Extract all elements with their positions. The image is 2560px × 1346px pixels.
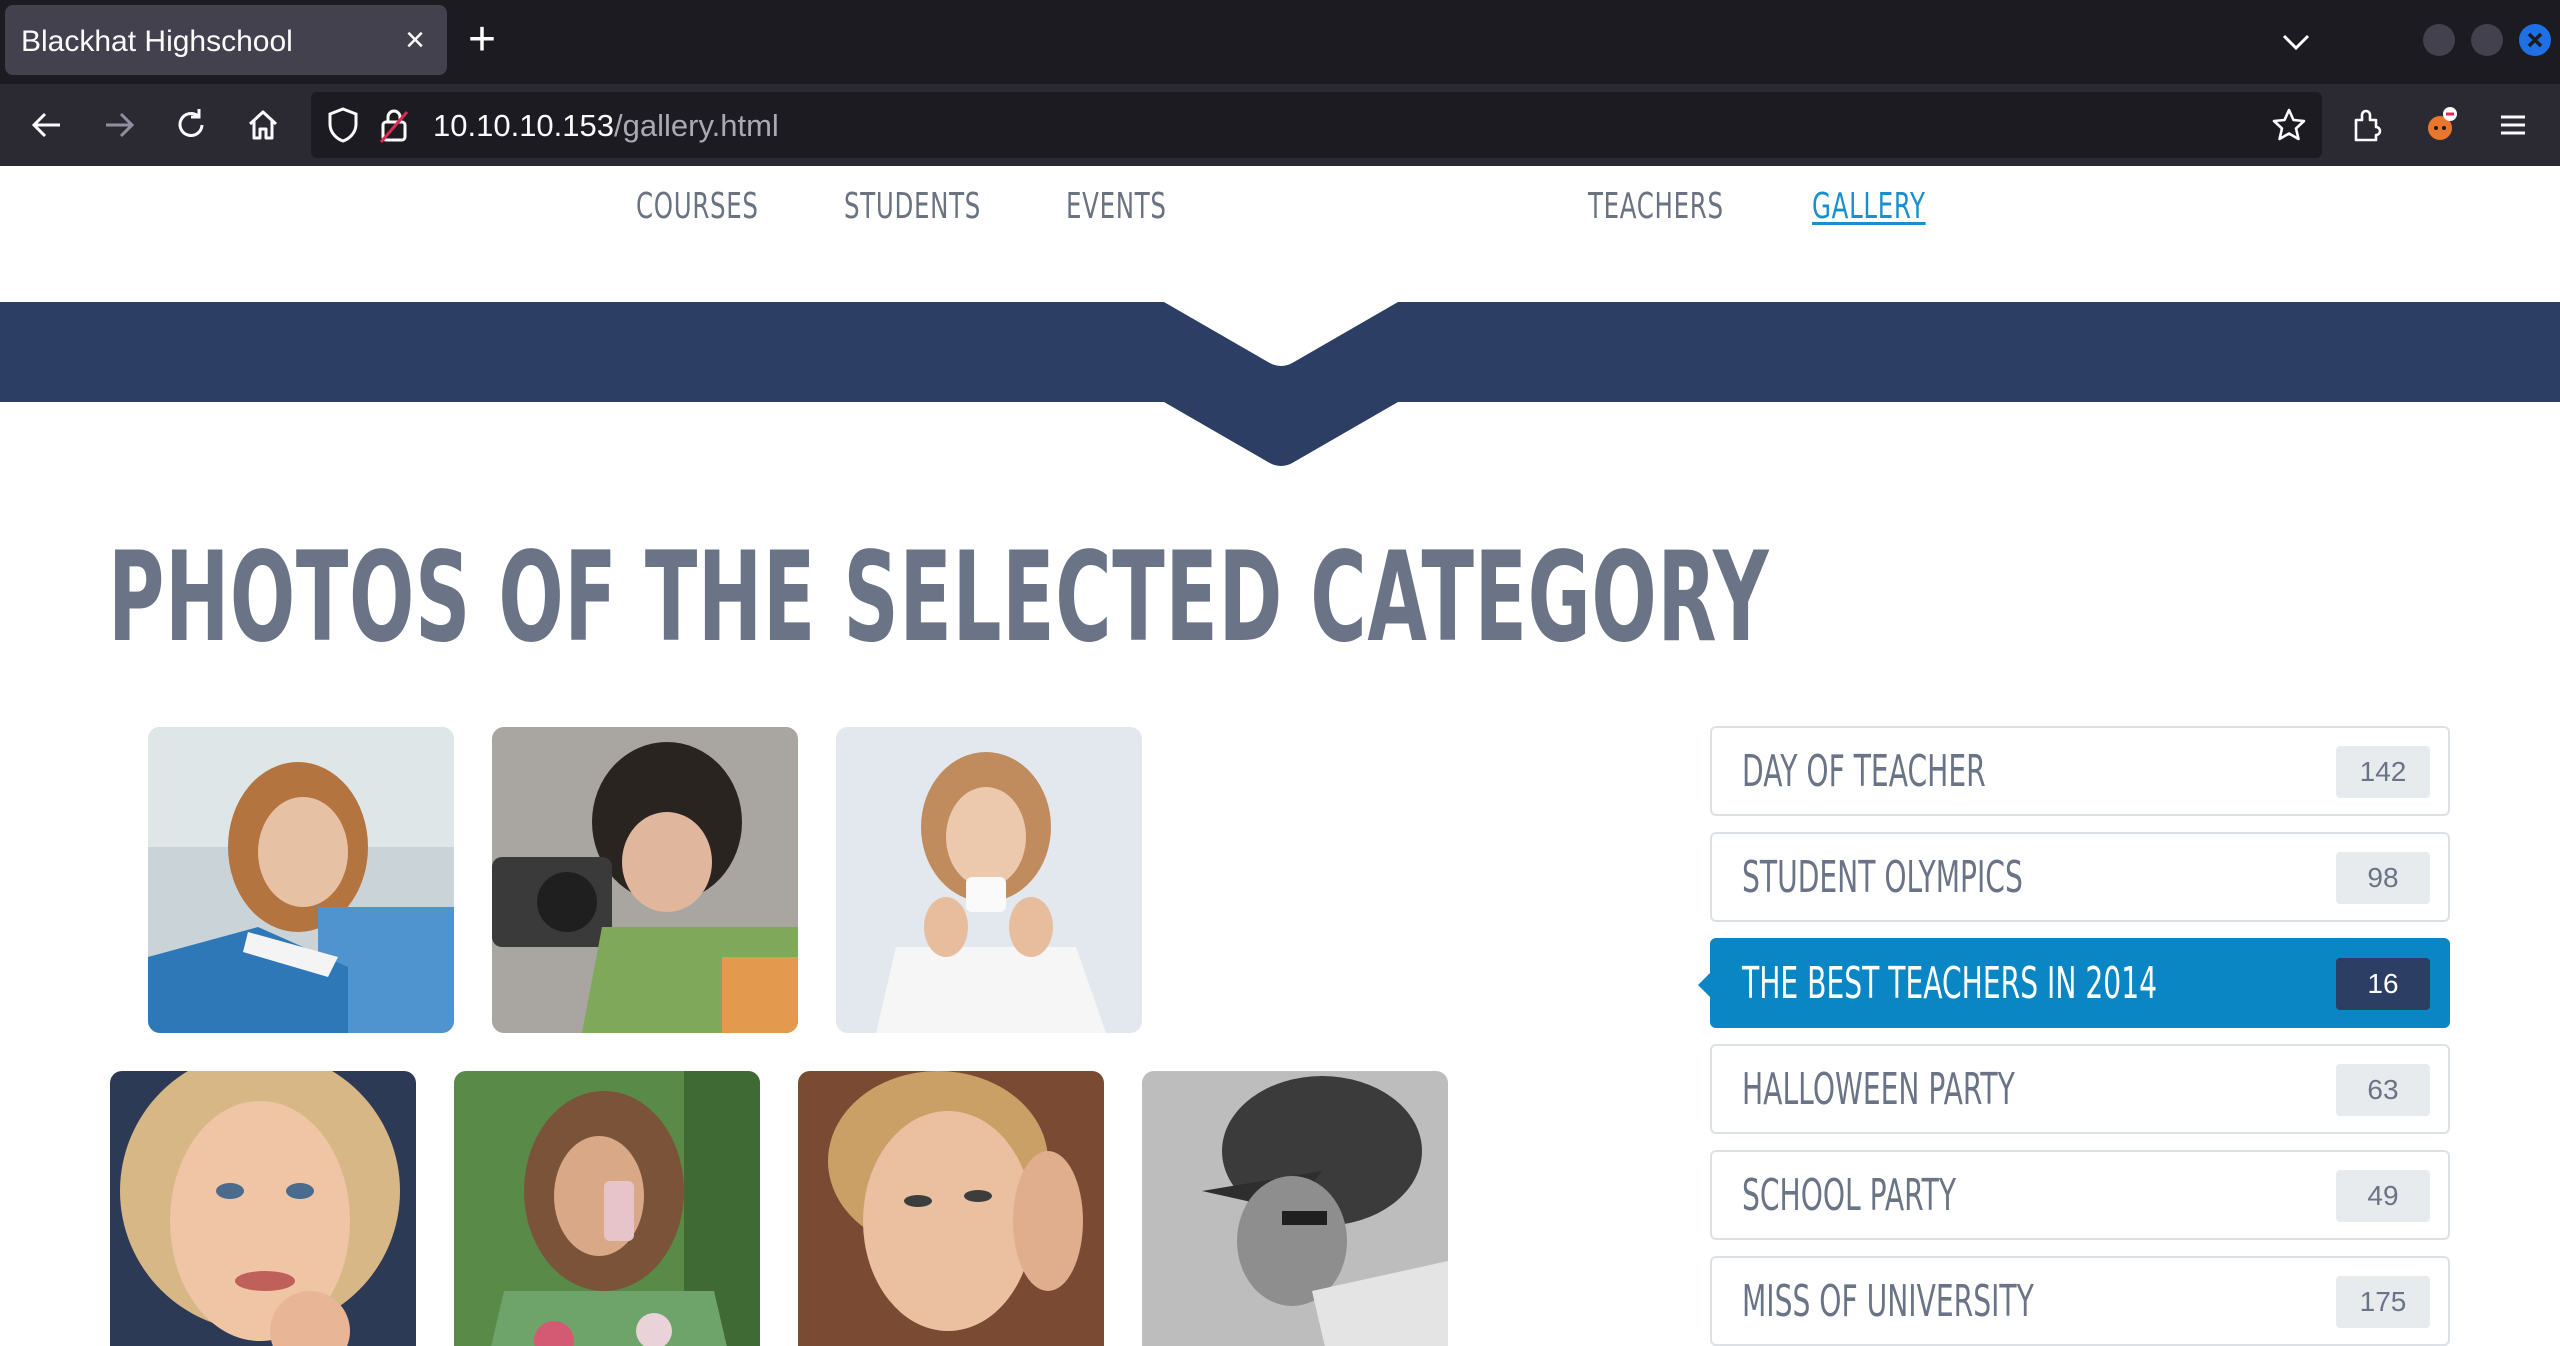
category-count-badge: 142 <box>2336 746 2430 798</box>
category-item[interactable]: HALLOWEEN PARTY 63 <box>1710 1044 2450 1134</box>
gallery-photo[interactable] <box>110 1071 416 1346</box>
url-text[interactable]: 10.10.10.153/gallery.html <box>433 108 779 144</box>
category-count-badge: 98 <box>2336 852 2430 904</box>
photo-woman-phone <box>454 1071 760 1346</box>
active-pointer-icon <box>1698 971 1712 999</box>
photo-woman-coffee <box>836 727 1142 1033</box>
category-label: MISS OF UNIVERSITY <box>1742 1276 2034 1327</box>
home-icon[interactable] <box>244 106 282 144</box>
category-label: SCHOOL PARTY <box>1742 1170 1957 1221</box>
insecure-lock-icon[interactable] <box>379 106 409 144</box>
maximize-button[interactable] <box>2471 24 2503 56</box>
forward-icon[interactable] <box>100 106 138 144</box>
category-count-badge: 16 <box>2336 958 2430 1010</box>
gallery-photo[interactable] <box>1142 1071 1448 1346</box>
category-item[interactable]: STUDENT OLYMPICS 98 <box>1710 832 2450 922</box>
foxyproxy-icon[interactable] <box>2422 106 2460 144</box>
url-path: /gallery.html <box>614 108 779 143</box>
url-host: 10.10.10.153 <box>433 108 615 143</box>
photo-girl-camera <box>492 727 798 1033</box>
photo-woman-thinking <box>798 1071 1104 1346</box>
category-label: THE BEST TEACHERS IN 2014 <box>1742 958 2158 1009</box>
photo-girl-reading <box>148 727 454 1033</box>
gallery-photo[interactable] <box>492 727 798 1033</box>
category-count-badge: 49 <box>2336 1170 2430 1222</box>
chevron-down-icon[interactable] <box>2278 24 2314 60</box>
shield-icon[interactable] <box>325 106 361 144</box>
menu-icon[interactable] <box>2494 106 2532 144</box>
gallery-photo[interactable] <box>148 727 454 1033</box>
category-item[interactable]: MISS OF UNIVERSITY 175 <box>1710 1256 2450 1346</box>
browser-tab-bar: Blackhat Highschool × + <box>0 0 2560 84</box>
category-label: HALLOWEEN PARTY <box>1742 1064 2015 1115</box>
tab-title: Blackhat Highschool <box>21 25 293 58</box>
back-icon[interactable] <box>28 106 66 144</box>
category-item-active[interactable]: THE BEST TEACHERS IN 2014 16 <box>1698 938 2450 1028</box>
band-chevron <box>1164 302 1398 466</box>
category-item[interactable]: DAY OF TEACHER 142 <box>1710 726 2450 816</box>
close-icon <box>2527 32 2543 48</box>
page-content: COURSES STUDENTS EVENTS TEACHERS GALLERY… <box>0 166 2560 1346</box>
address-bar[interactable]: 10.10.10.153/gallery.html <box>311 92 2322 158</box>
gallery-photo[interactable] <box>836 727 1142 1033</box>
new-tab-button[interactable]: + <box>468 16 496 64</box>
reload-icon[interactable] <box>172 106 210 144</box>
photo-man-cap <box>1142 1071 1448 1346</box>
window-close-button[interactable] <box>2519 24 2551 56</box>
extensions-icon[interactable] <box>2348 106 2386 144</box>
minimize-button[interactable] <box>2423 24 2455 56</box>
browser-tab[interactable]: Blackhat Highschool × <box>5 5 447 75</box>
page-title: PHOTOS OF THE SELECTED CATEGORY <box>108 526 1770 670</box>
bookmark-star-icon[interactable] <box>2270 106 2308 144</box>
gallery-photo[interactable] <box>798 1071 1104 1346</box>
tab-close-icon[interactable]: × <box>405 20 425 60</box>
category-label: STUDENT OLYMPICS <box>1742 852 2023 903</box>
photo-blonde-woman <box>110 1071 416 1346</box>
category-count-badge: 175 <box>2336 1276 2430 1328</box>
category-item[interactable]: SCHOOL PARTY 49 <box>1710 1150 2450 1240</box>
gallery-photo[interactable] <box>454 1071 760 1346</box>
browser-toolbar: 10.10.10.153/gallery.html <box>0 84 2560 166</box>
category-count-badge: 63 <box>2336 1064 2430 1116</box>
category-label: DAY OF TEACHER <box>1742 746 1986 797</box>
